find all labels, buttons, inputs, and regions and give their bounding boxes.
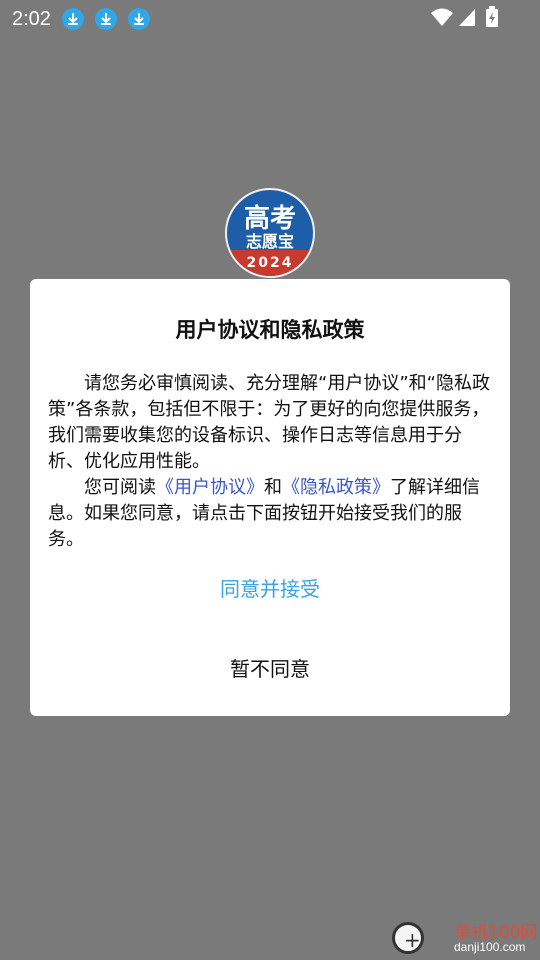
logo-subtitle: 志愿宝: [245, 232, 294, 251]
clock: 2:02: [12, 8, 51, 30]
battery-charging-icon: [485, 6, 499, 33]
para2-and: 和: [264, 477, 282, 498]
logo-year: 2024: [246, 255, 294, 271]
dialog-paragraph-1: 请您务必审慎阅读、充分理解“用户协议”和“隐私政策”各条款，包括但不限于：为了更…: [48, 373, 490, 472]
wifi-icon: [430, 6, 454, 33]
user-agreement-link[interactable]: 《用户协议》: [156, 477, 264, 498]
privacy-policy-link[interactable]: 《隐私政策》: [282, 477, 390, 498]
dialog-body: 请您务必审慎阅读、充分理解“用户协议”和“隐私政策”各条款，包括但不限于：为了更…: [48, 371, 492, 553]
app-logo: 高考 志愿宝 2024: [225, 188, 315, 278]
watermark-logo-icon: +: [392, 922, 424, 954]
watermark: + 单机100网 danji100.com: [390, 916, 540, 960]
dialog-paragraph-2: 您可阅读《用户协议》和《隐私政策》了解详细信息。如果您同意，请点击下面按钮开始接…: [48, 475, 492, 553]
dialog-title: 用户协议和隐私政策: [175, 318, 365, 342]
download-icon: [95, 8, 117, 30]
privacy-dialog: 用户协议和隐私政策 请您务必审慎阅读、充分理解“用户协议”和“隐私政策”各条款，…: [30, 279, 510, 716]
status-bar: 2:02: [0, 0, 540, 36]
decline-button[interactable]: 暂不同意: [30, 653, 510, 682]
watermark-url: danji100.com: [454, 940, 526, 954]
signal-icon: [457, 6, 477, 33]
download-icon: [128, 8, 150, 30]
download-icon: [62, 8, 84, 30]
para2-prefix: 您可阅读: [84, 477, 156, 498]
accept-button[interactable]: 同意并接受: [30, 573, 510, 602]
